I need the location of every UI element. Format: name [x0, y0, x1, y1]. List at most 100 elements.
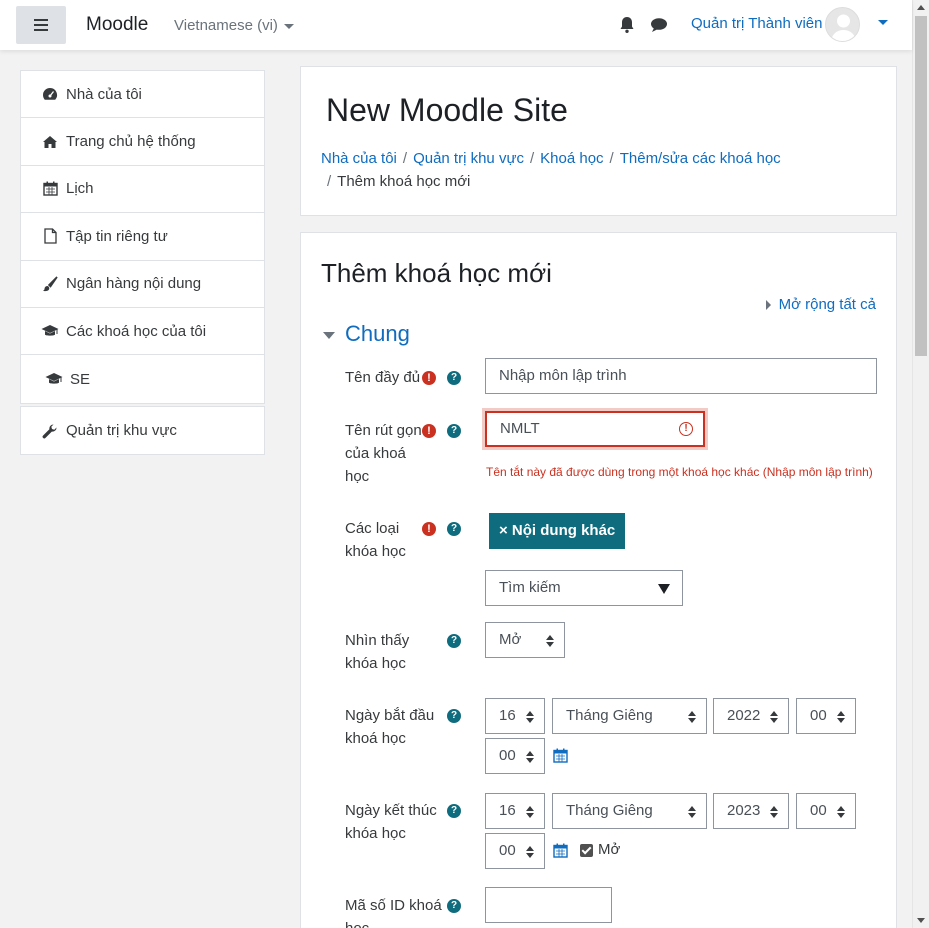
course-form-card: Thêm khoá học mới Mở rộng tất cả Chung T…	[300, 232, 897, 928]
nav-group-admin: Quản trị khu vực	[20, 406, 265, 456]
startdate-day-select[interactable]: 16	[485, 698, 545, 734]
wrench-icon	[41, 423, 59, 439]
enddate-hour-value: 00	[810, 802, 827, 819]
file-icon	[41, 228, 59, 245]
graduation-cap-icon	[45, 371, 63, 387]
help-icon[interactable]: ?	[447, 899, 461, 913]
category-tag[interactable]: × Nội dung khác	[489, 513, 626, 549]
breadcrumb-item[interactable]: Thêm/sửa các khoá học	[620, 150, 781, 167]
required-icon: !	[422, 424, 436, 438]
error-icon: !	[679, 422, 693, 436]
breadcrumb-item[interactable]: Nhà của tôi	[321, 150, 397, 167]
shortname-error-message: Tên tắt này đã được dùng trong một khoá …	[486, 465, 873, 479]
help-icon[interactable]: ?	[447, 371, 461, 385]
breadcrumb-item[interactable]: Quản trị khu vực	[413, 150, 524, 167]
triangle-down-icon	[658, 584, 670, 594]
nav-item-label: SE	[70, 370, 91, 388]
enddate-enable-checkbox[interactable]	[580, 844, 593, 857]
calendar-icon	[41, 181, 59, 197]
category-label: Các loại khóa học	[345, 520, 406, 560]
language-label: Vietnamese (vi)	[174, 17, 278, 34]
calendar-icon[interactable]	[553, 748, 568, 763]
startdate-day-value: 16	[499, 707, 516, 724]
nav-item-label: Quản trị khu vực	[66, 422, 177, 440]
enddate-label: Ngày kết thúc khóa học	[345, 802, 437, 842]
help-icon[interactable]: ?	[447, 634, 461, 648]
enddate-year-select[interactable]: 2023	[713, 793, 789, 829]
chat-icon[interactable]	[650, 17, 668, 33]
category-search-select[interactable]: Tìm kiếm	[485, 570, 683, 606]
scroll-down-arrow-icon[interactable]	[917, 918, 925, 923]
top-navbar: Moodle Vietnamese (vi) Quản trị Thành vi…	[0, 0, 912, 50]
sort-arrows-icon	[837, 711, 845, 723]
sort-arrows-icon	[770, 806, 778, 818]
menu-toggle-button[interactable]	[16, 6, 66, 44]
help-icon[interactable]: ?	[447, 522, 461, 536]
enddate-day-value: 16	[499, 802, 516, 819]
enddate-hour-select[interactable]: 00	[796, 793, 856, 829]
nav-item-site-home[interactable]: Trang chủ hệ thống	[21, 118, 264, 166]
startdate-month-select[interactable]: Tháng Giêng	[552, 698, 707, 734]
startdate-hour-value: 00	[810, 707, 827, 724]
help-icon[interactable]: ?	[447, 424, 461, 438]
nav-item-label: Nhà của tôi	[66, 85, 142, 103]
startdate-minute-select[interactable]: 00	[485, 738, 545, 774]
nav-item-label: Tập tin riêng tư	[66, 227, 168, 245]
category-search-placeholder: Tìm kiếm	[499, 579, 561, 596]
sort-arrows-icon	[688, 711, 696, 723]
graduation-cap-icon	[41, 323, 59, 339]
caret-down-icon	[283, 23, 294, 29]
nav-item-content-bank[interactable]: Ngân hàng nội dung	[21, 261, 264, 308]
enddate-minute-select[interactable]: 00	[485, 833, 545, 869]
scroll-up-arrow-icon[interactable]	[917, 5, 925, 10]
enddate-month-select[interactable]: Tháng Giêng	[552, 793, 707, 829]
fullname-input[interactable]: Nhập môn lập trình	[485, 358, 877, 394]
page-title: New Moodle Site	[326, 92, 568, 128]
shortname-label: Tên rút gọn của khoá học	[345, 422, 422, 485]
startdate-year-select[interactable]: 2022	[713, 698, 789, 734]
startdate-hour-select[interactable]: 00	[796, 698, 856, 734]
idnumber-label: Mã số ID khoá học	[345, 897, 442, 928]
section-title: Chung	[345, 321, 410, 346]
help-icon[interactable]: ?	[447, 804, 461, 818]
sort-arrows-icon	[526, 751, 534, 763]
caret-down-icon	[323, 331, 335, 339]
user-name[interactable]: Quản trị Thành viên	[691, 15, 822, 32]
nav-item-label: Trang chủ hệ thống	[66, 133, 196, 151]
sort-arrows-icon	[770, 711, 778, 723]
sort-arrows-icon	[526, 711, 534, 723]
form-title: Thêm khoá học mới	[321, 258, 552, 288]
enddate-day-select[interactable]: 16	[485, 793, 545, 829]
nav-item-my-courses[interactable]: Các khoá học của tôi	[21, 308, 264, 356]
section-general-toggle[interactable]: Chung	[323, 321, 410, 347]
nav-item-calendar[interactable]: Lịch	[21, 166, 264, 214]
nav-item-private-files[interactable]: Tập tin riêng tư	[21, 213, 264, 261]
page-header-card: New Moodle Site Nhà của tôi / Quản trị khu…	[300, 66, 897, 216]
required-icon: !	[422, 522, 436, 536]
nav-drawer: Nhà của tôi Trang chủ hệ thống Lịch Tập …	[0, 50, 285, 928]
breadcrumb-item[interactable]: Khoá học	[540, 150, 603, 167]
avatar-placeholder-icon	[831, 14, 856, 41]
nav-item-site-admin[interactable]: Quản trị khu vực	[21, 407, 264, 454]
user-menu-caret-icon[interactable]	[878, 20, 888, 25]
enddate-minute-value: 00	[499, 842, 516, 859]
page-scrollbar[interactable]	[912, 0, 929, 928]
breadcrumb: Nhà của tôi / Quản trị khu vực / Khoá học / Th…	[321, 150, 781, 190]
sort-arrows-icon	[688, 806, 696, 818]
sort-arrows-icon	[526, 806, 534, 818]
scrollbar-thumb[interactable]	[915, 16, 927, 356]
nav-item-course-se[interactable]: SE	[21, 355, 264, 402]
language-menu[interactable]: Vietnamese (vi)	[174, 17, 294, 34]
help-icon[interactable]: ?	[447, 709, 461, 723]
startdate-label: Ngày bắt đầu khoá học	[345, 707, 435, 747]
bell-icon[interactable]	[619, 16, 635, 34]
site-brand[interactable]: Moodle	[86, 14, 148, 36]
idnumber-input[interactable]	[485, 887, 612, 923]
expand-all-link[interactable]: Mở rộng tất cả	[765, 296, 876, 313]
visible-select[interactable]: Mở	[485, 622, 565, 658]
shortname-input[interactable]: NMLT!	[485, 411, 705, 447]
calendar-icon[interactable]	[553, 843, 568, 858]
dashboard-icon	[41, 86, 59, 102]
user-avatar[interactable]	[825, 7, 860, 42]
nav-item-dashboard[interactable]: Nhà của tôi	[21, 71, 264, 119]
